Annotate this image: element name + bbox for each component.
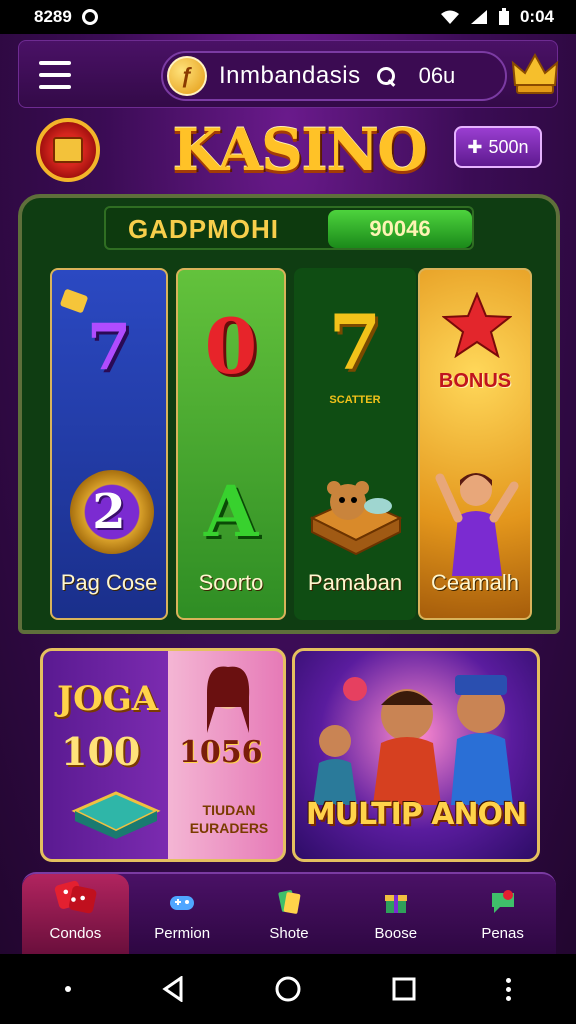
game-tile[interactable]: 0 A Soorto (176, 268, 286, 620)
reel-symbol: 7 (328, 298, 382, 387)
reel-label: SCATTER (329, 394, 381, 406)
status-clock: 0:04 (519, 7, 554, 26)
jackpot-amount[interactable]: 90046 (328, 210, 472, 248)
bottom-nav: Condos Permion Shote Boose Penas (22, 872, 556, 954)
coin-balance: 500n (488, 136, 529, 157)
reel-label: BONUS (438, 370, 512, 392)
star-icon (442, 292, 512, 358)
plus-icon: ✚ (467, 136, 483, 157)
reel-symbol: 7 (86, 310, 132, 385)
top-bar: ƒ Inmbandasis 06u (18, 40, 561, 108)
brand-logo-icon: ƒ (167, 56, 207, 96)
nav-label: Shote (269, 925, 309, 942)
search-icon[interactable] (375, 65, 397, 87)
system-nav-bar (0, 954, 576, 1024)
coin-balance-button[interactable]: ✚ 500n (454, 126, 542, 168)
hamburger-menu-icon[interactable] (39, 61, 71, 89)
search-bar[interactable]: ƒ Inmbandasis 06u (161, 51, 507, 101)
crown-icon[interactable] (509, 49, 561, 99)
promo-subtitle: TIUDAN EURADERS (189, 802, 269, 836)
notification-icon (81, 9, 98, 25)
woman-character-icon (207, 666, 250, 733)
status-bar: 8289 0:04 (0, 0, 576, 34)
dice-icon (55, 880, 97, 914)
casino-app: ƒ Inmbandasis 06u KASINO ✚ 500n GADPMOHI… (0, 34, 576, 954)
more-icon[interactable] (506, 977, 512, 1001)
wifi-icon (440, 10, 459, 24)
nav-label: Boose (374, 925, 418, 942)
bear-chest-icon (309, 481, 403, 556)
battery-icon (498, 8, 509, 25)
game-title: Pag Cose (60, 570, 158, 595)
reel-symbol-bottom: A (203, 470, 259, 553)
promo-title: MULTIP ANON (305, 797, 527, 832)
panel-name: GADPMOHI (128, 214, 279, 244)
recents-icon[interactable] (392, 977, 416, 1001)
nav-label: Penas (481, 925, 524, 942)
cards-icon (278, 890, 301, 914)
gamepad-icon (170, 896, 195, 910)
game-tile[interactable]: 7 2 Pag Cose (50, 268, 168, 620)
home-icon[interactable] (274, 975, 302, 1003)
status-time: 8289 (34, 7, 72, 26)
nav-item-penas[interactable]: Penas (449, 874, 556, 954)
nav-item-shote[interactable]: Shote (236, 874, 343, 954)
nav-label: Permion (154, 925, 211, 942)
promo-value-secondary: 1056 (179, 735, 263, 770)
dot-icon (64, 986, 71, 992)
promo-title: JOGA (57, 679, 159, 719)
nav-item-permion[interactable]: Permion (129, 874, 236, 954)
hero-row: KASINO ✚ 500n (0, 112, 576, 202)
panel-header: GADPMOHI 90046 (104, 206, 474, 250)
gift-icon (384, 895, 407, 913)
game-tile[interactable]: BONUS Ceamalh (418, 268, 532, 620)
back-icon[interactable] (161, 976, 185, 1002)
brand-name: Inmbandasis (219, 62, 361, 89)
game-tile[interactable]: 7 SCATTER Pamaban (294, 268, 416, 620)
chest-icon (71, 791, 161, 839)
page-title: KASINO (172, 116, 428, 184)
promo-card[interactable]: JOGA 100 1056 TIUDAN EURADERS (40, 648, 286, 862)
promo-card[interactable]: MULTIP ANON (292, 648, 540, 862)
nav-label: Condos (49, 925, 102, 942)
signal-icon (470, 10, 487, 24)
nav-item-condos[interactable]: Condos (22, 874, 129, 954)
promo-value: 100 (61, 729, 141, 774)
game-title: Pamaban (307, 570, 403, 595)
slot-panel: GADPMOHI 90046 7 2 Pag Cose 0 A Soorto 7… (18, 194, 560, 634)
game-title: Soorto (198, 570, 264, 595)
reel-symbol: 0 (204, 302, 258, 391)
promo-row: JOGA 100 1056 TIUDAN EURADERS MULTIP ANO… (40, 648, 540, 862)
character-icon (435, 473, 519, 576)
reel-badge-number: 2 (92, 484, 126, 540)
game-title: Ceamalh (430, 570, 520, 595)
search-code: 06u (418, 63, 456, 88)
chat-icon (491, 890, 514, 913)
nav-item-boose[interactable]: Boose (342, 874, 449, 954)
heroes-icon (313, 675, 513, 805)
medal-icon[interactable] (36, 118, 100, 182)
